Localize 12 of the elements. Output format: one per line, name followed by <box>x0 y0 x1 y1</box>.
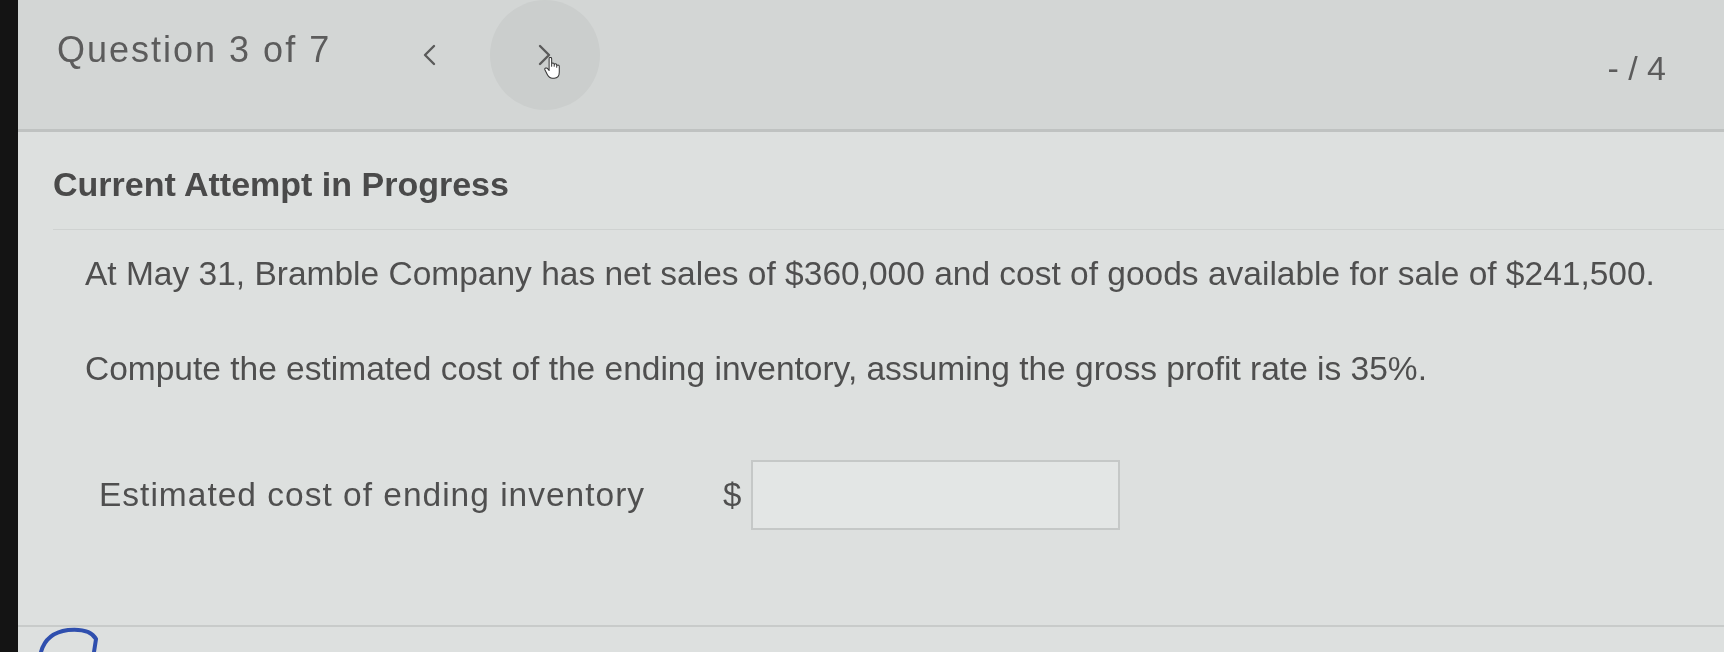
question-text: At May 31, Bramble Company has net sales of $360,000 and cost of goods available for sale of $241,500. <box>85 254 1656 294</box>
question-text: Compute the estimated cost of the ending inventory, assuming the gross profit rate is 35%. <box>85 349 1428 389</box>
question-counter: Question 3 of 7 <box>57 28 332 72</box>
arc-icon <box>38 627 100 652</box>
currency-symbol: $ <box>723 475 742 515</box>
section-title: Current Attempt in Progress <box>53 164 510 204</box>
chevron-right-icon <box>538 44 553 66</box>
answer-label: Estimated cost of ending inventory <box>99 475 646 515</box>
answer-input[interactable] <box>751 460 1121 530</box>
hand-cursor-icon <box>544 57 562 79</box>
chevron-left-icon <box>422 44 437 66</box>
score: - / 4 <box>1607 48 1666 88</box>
